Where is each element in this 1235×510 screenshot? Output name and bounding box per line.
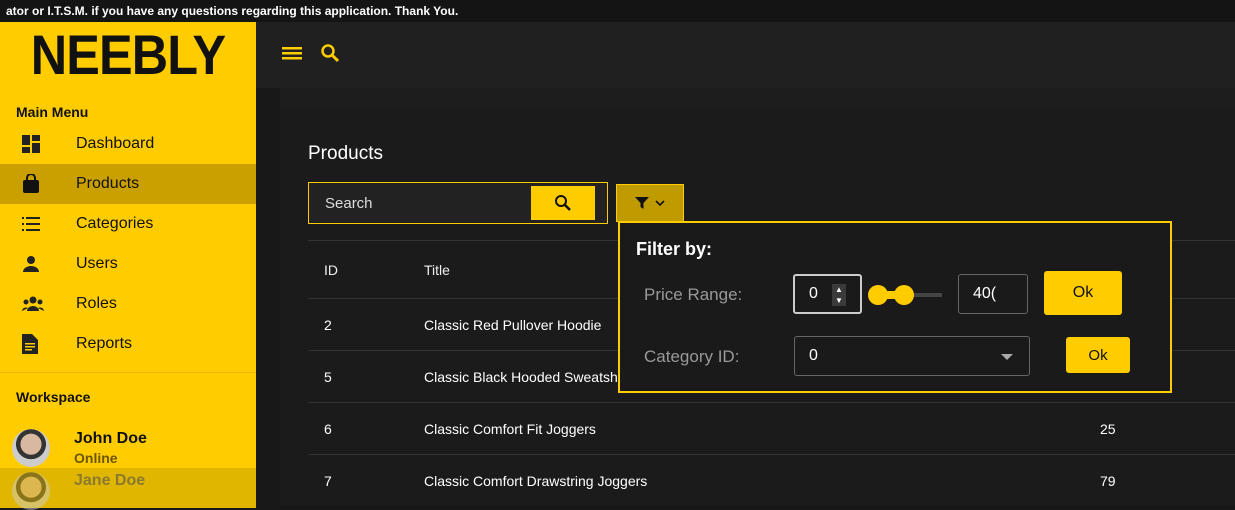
cell-id: 5 (324, 368, 332, 385)
list-icon (0, 217, 76, 231)
cell-id: 6 (324, 420, 332, 437)
filter-title: Filter by: (636, 239, 713, 259)
divider (0, 372, 256, 373)
sidebar: NEEBLY Main Menu Dashboard Products Cate… (0, 22, 256, 505)
sidebar-item-users[interactable]: Users (0, 244, 256, 284)
logo: NEEBLY (30, 23, 226, 86)
sidebar-item-dashboard[interactable]: Dashboard (0, 124, 256, 164)
cell-title: Classic Red Pullover Hoodie (424, 316, 602, 333)
cell-title: Classic Comfort Drawstring Joggers (424, 472, 648, 489)
menu-icon[interactable] (282, 45, 302, 66)
content-strip (280, 88, 1235, 108)
price-range-label: Price Range: (644, 285, 743, 304)
cell-id: 2 (324, 316, 332, 333)
category-select[interactable]: 0 (794, 336, 1030, 376)
stepper-icon[interactable]: ▲ ▼ (832, 284, 846, 306)
top-header (256, 22, 1235, 88)
filter-button[interactable] (616, 184, 684, 222)
price-min-input[interactable]: 0 ▲ ▼ (793, 274, 862, 314)
search-icon[interactable] (320, 43, 340, 68)
user-jane-doe[interactable]: Jane Doe (0, 468, 256, 510)
dashboard-icon (0, 135, 76, 153)
cell-price: 79 (1100, 472, 1116, 489)
search-box[interactable]: Search (308, 182, 608, 224)
group-icon (0, 296, 76, 312)
cell-id: 7 (324, 472, 332, 489)
shopping-bag-icon (0, 174, 76, 194)
user-name: Jane Doe (74, 472, 146, 489)
category-value: 0 (809, 347, 818, 364)
table-row[interactable]: 7 Classic Comfort Drawstring Joggers 79 (308, 454, 1235, 506)
filter-icon (635, 197, 649, 209)
user-status: Online (74, 450, 118, 466)
sidebar-item-categories[interactable]: Categories (0, 204, 256, 244)
slider-max-handle[interactable] (894, 285, 914, 305)
search-icon (555, 195, 571, 211)
cell-price: 25 (1100, 420, 1116, 437)
avatar (12, 429, 50, 467)
dropdown-arrow-icon (1001, 354, 1013, 360)
filter-popup: Filter by: Price Range: 0 ▲ ▼ 40( Ok Categ… (618, 221, 1172, 393)
price-max-input[interactable]: 40( (958, 274, 1028, 314)
chevron-down-icon (655, 200, 665, 207)
main-menu-heading: Main Menu (16, 104, 89, 120)
page-title: Products (308, 143, 383, 164)
sidebar-item-label: Reports (76, 335, 133, 352)
table-row[interactable]: 6 Classic Comfort Fit Joggers 25 (308, 402, 1235, 454)
column-header-title[interactable]: Title (424, 262, 450, 278)
sidebar-item-roles[interactable]: Roles (0, 284, 256, 324)
sidebar-item-reports[interactable]: Reports (0, 324, 256, 364)
price-min-value: 0 (809, 285, 818, 302)
avatar (12, 472, 50, 510)
sidebar-item-label: Dashboard (76, 135, 155, 152)
category-id-label: Category ID: (644, 347, 740, 366)
search-button[interactable] (531, 186, 595, 220)
notice-banner: ator or I.T.S.M. if you have any questio… (0, 0, 1235, 22)
sidebar-item-label: Users (76, 255, 118, 272)
sidebar-item-label: Products (76, 175, 140, 192)
column-header-id[interactable]: ID (324, 262, 338, 278)
price-max-value: 40( (973, 285, 997, 302)
price-ok-button[interactable]: Ok (1044, 271, 1122, 315)
sidebar-item-label: Roles (76, 295, 117, 312)
sidebar-item-label: Categories (76, 215, 154, 232)
document-icon (0, 334, 76, 354)
cell-title: Classic Comfort Fit Joggers (424, 420, 596, 437)
workspace-heading: Workspace (16, 389, 91, 405)
search-input[interactable]: Search (309, 195, 531, 212)
user-icon (0, 255, 76, 273)
cell-title: Classic Black Hooded Sweatshi (424, 368, 621, 385)
sidebar-item-products[interactable]: Products (0, 164, 256, 204)
user-name: John Doe (74, 430, 147, 447)
category-ok-button[interactable]: Ok (1066, 337, 1130, 373)
